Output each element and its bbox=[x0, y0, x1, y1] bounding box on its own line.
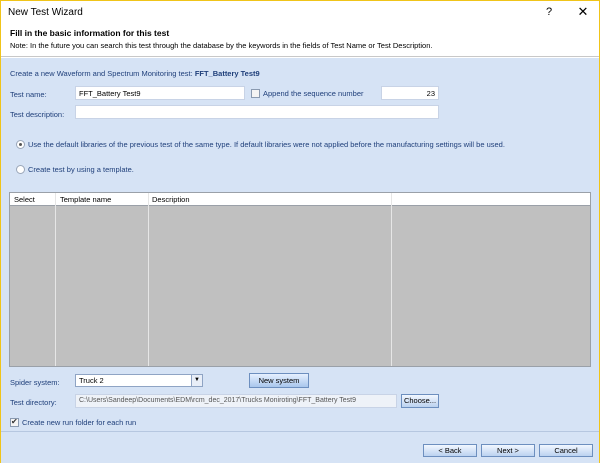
append-sequence-label: Append the sequence number bbox=[263, 89, 364, 98]
template-radio-label: Create test by using a template. bbox=[28, 165, 134, 174]
column-divider bbox=[55, 193, 56, 366]
column-template-name[interactable]: Template name bbox=[60, 195, 111, 204]
header-note: Note: In the future you can search this … bbox=[10, 41, 433, 50]
choose-directory-button[interactable]: Choose... bbox=[401, 394, 439, 408]
run-folder-label: Create new run folder for each run bbox=[22, 418, 137, 427]
column-select[interactable]: Select bbox=[14, 195, 35, 204]
default-libraries-label: Use the default libraries of the previou… bbox=[28, 140, 505, 149]
cancel-button[interactable]: Cancel bbox=[539, 444, 593, 457]
column-divider bbox=[148, 193, 149, 366]
create-test-name: FFT_Battery Test9 bbox=[194, 69, 260, 78]
template-table[interactable]: Select Template name Description bbox=[9, 192, 591, 367]
header-title: Fill in the basic information for this t… bbox=[10, 28, 170, 38]
run-folder-checkbox[interactable] bbox=[10, 417, 19, 427]
wizard-header: Fill in the basic information for this t… bbox=[1, 24, 599, 57]
wizard-footer: < Back Next > Cancel bbox=[1, 431, 599, 463]
spider-system-select[interactable]: Truck 2 ▼ bbox=[75, 374, 203, 387]
template-table-header: Select Template name Description bbox=[10, 193, 590, 206]
help-button[interactable]: ? bbox=[537, 1, 561, 24]
test-name-label: Test name: bbox=[10, 90, 47, 99]
test-name-input[interactable]: FFT_Battery Test9 bbox=[75, 86, 245, 100]
test-description-label: Test description: bbox=[10, 110, 65, 119]
sequence-number-input[interactable]: 23 bbox=[381, 86, 439, 100]
create-test-prefix: Create a new Waveform and Spectrum Monit… bbox=[10, 69, 195, 78]
append-sequence-checkbox[interactable] bbox=[251, 89, 260, 98]
wizard-body: Create a new Waveform and Spectrum Monit… bbox=[1, 58, 599, 431]
close-button[interactable]: ✕ bbox=[571, 1, 595, 24]
spider-system-label: Spider system: bbox=[10, 378, 60, 387]
column-description[interactable]: Description bbox=[152, 195, 190, 204]
test-description-input[interactable] bbox=[75, 105, 439, 119]
test-directory-label: Test directory: bbox=[10, 398, 57, 407]
new-test-wizard-window: New Test Wizard ? ✕ Fill in the basic in… bbox=[0, 0, 600, 463]
chevron-down-icon[interactable]: ▼ bbox=[191, 375, 202, 386]
window-title: New Test Wizard bbox=[8, 7, 83, 18]
column-divider bbox=[391, 193, 392, 366]
next-button[interactable]: Next > bbox=[481, 444, 535, 457]
default-libraries-radio[interactable] bbox=[16, 140, 25, 149]
template-radio[interactable] bbox=[16, 165, 25, 174]
back-button[interactable]: < Back bbox=[423, 444, 477, 457]
test-directory-input[interactable]: C:\Users\Sandeep\Documents\EDM\rcm_dec_2… bbox=[75, 394, 397, 408]
spider-system-value: Truck 2 bbox=[79, 376, 104, 385]
new-system-button[interactable]: New system bbox=[249, 373, 309, 388]
title-bar: New Test Wizard ? ✕ bbox=[1, 1, 599, 24]
create-test-line: Create a new Waveform and Spectrum Monit… bbox=[10, 69, 260, 78]
